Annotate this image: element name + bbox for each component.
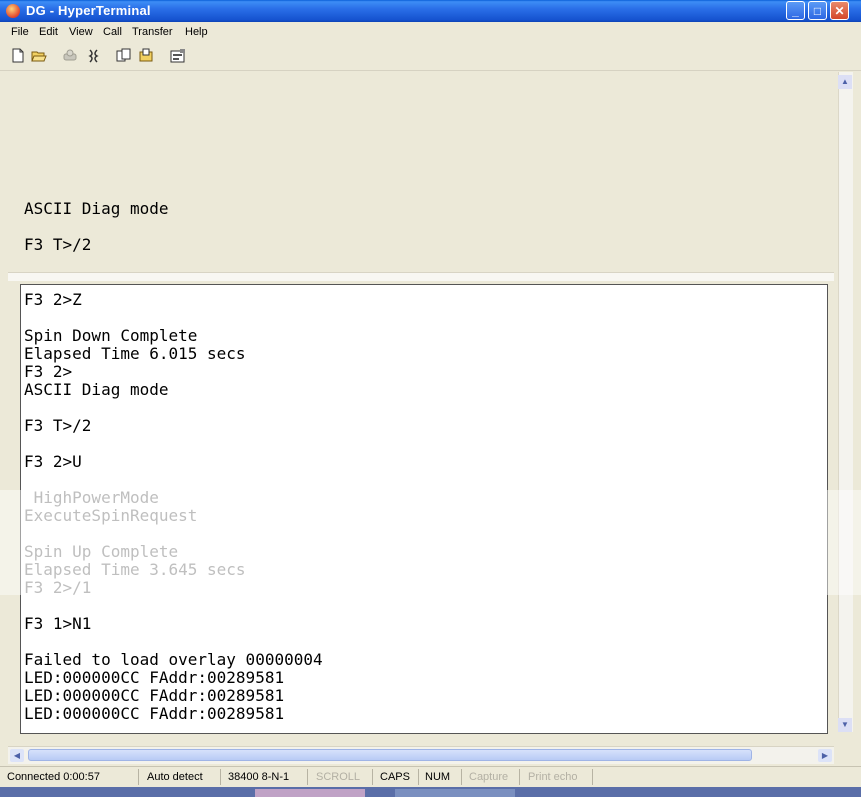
status-caps: CAPS (380, 771, 410, 783)
terminal-line: Elapsed Time 6.015 secs (24, 344, 246, 363)
close-button[interactable]: ✕ (830, 1, 849, 20)
terminal-line: F3 T>/2 (24, 416, 92, 435)
status-settings: 38400 8-N-1 (228, 771, 290, 783)
scroll-up-arrow-icon[interactable]: ▲ (838, 75, 852, 89)
terminal-line: HighPowerMode (24, 488, 159, 507)
scroll-right-arrow-icon[interactable]: ▶ (818, 749, 832, 762)
status-scroll: SCROLL (316, 771, 361, 783)
menu-edit[interactable]: Edit (39, 26, 58, 38)
terminal-line: LED:000000CC FAddr:00289581 (24, 704, 285, 723)
status-print-echo: Print echo (528, 771, 578, 783)
connect-icon[interactable] (62, 48, 78, 63)
status-detect: Auto detect (147, 771, 203, 783)
terminal-line: ExecuteSpinRequest (24, 506, 198, 525)
taskbar-strip (0, 787, 861, 797)
terminal-line: F3 2>/1 (24, 578, 92, 597)
scroll-left-arrow-icon[interactable]: ◀ (10, 749, 24, 762)
terminal-line: F3 2>Z (24, 290, 82, 309)
terminal-scrollback[interactable] (8, 72, 834, 272)
menu-bar: File Edit View Call Transfer Help (0, 22, 861, 42)
menu-help[interactable]: Help (185, 26, 208, 38)
title-bar[interactable]: DG - HyperTerminal _ □ ✕ (0, 0, 861, 22)
hyperterminal-app-icon[interactable] (6, 4, 20, 18)
close-icon: ✕ (834, 3, 845, 18)
scrollback-line: ASCII Diag mode (24, 199, 169, 218)
terminal-line: ASCII Diag mode (24, 380, 169, 399)
status-connected: Connected 0:00:57 (7, 771, 100, 783)
status-capture: Capture (469, 771, 509, 783)
menu-call[interactable]: Call (103, 26, 122, 38)
minimize-icon: _ (792, 3, 799, 18)
maximize-button[interactable]: □ (808, 1, 827, 20)
new-icon[interactable] (10, 48, 26, 63)
horizontal-scrollbar[interactable]: ◀ ▶ (8, 746, 834, 764)
terminal-line: F3 2> (24, 362, 73, 381)
terminal-line: LED:000000CC FAddr:00289581 (24, 668, 285, 687)
status-num: NUM (425, 771, 451, 783)
vertical-scrollbar[interactable] (838, 72, 853, 732)
receive-icon[interactable] (138, 48, 154, 63)
terminal-line: F3 2>U (24, 452, 82, 471)
properties-icon[interactable] (170, 48, 186, 63)
scrollback-line: F3 T>/2 (24, 235, 92, 254)
maximize-icon: □ (813, 3, 822, 18)
terminal-line: Spin Down Complete (24, 326, 198, 345)
scrollback-divider (8, 272, 834, 281)
menu-transfer[interactable]: Transfer (132, 26, 173, 38)
horizontal-scroll-thumb[interactable] (28, 749, 752, 761)
menu-view[interactable]: View (69, 26, 93, 38)
terminal-line: F3 1>N1 (24, 614, 92, 633)
menu-file[interactable]: File (11, 26, 29, 38)
send-icon[interactable] (116, 48, 132, 63)
terminal-line: LED:000000CC FAddr:00289581 (24, 686, 285, 705)
terminal-line: Spin Up Complete (24, 542, 179, 561)
open-icon[interactable] (31, 48, 47, 63)
terminal-line: Failed to load overlay 00000004 (24, 650, 323, 669)
window-title: DG - HyperTerminal (26, 3, 151, 18)
disconnect-icon[interactable] (86, 48, 102, 63)
scroll-down-arrow-icon[interactable]: ▼ (838, 718, 852, 732)
minimize-button[interactable]: _ (786, 1, 805, 20)
toolbar (0, 42, 861, 71)
status-bar: Connected 0:00:57 Auto detect 38400 8-N-… (0, 766, 861, 787)
terminal-line: Elapsed Time 3.645 secs (24, 560, 246, 579)
terminal-screen[interactable]: F3 2>Z Spin Down Complete Elapsed Time 6.0… (20, 284, 828, 734)
